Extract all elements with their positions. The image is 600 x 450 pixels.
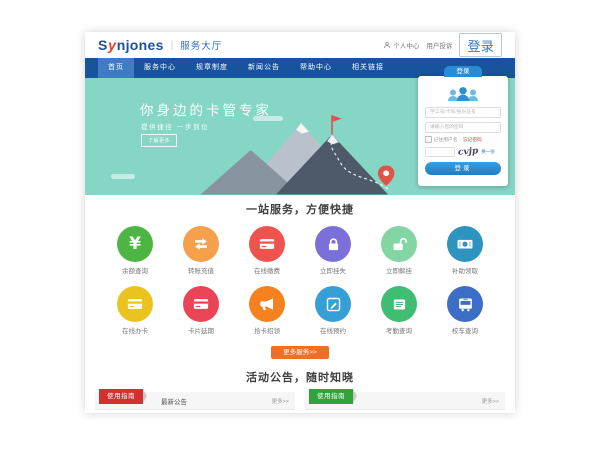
- service-label: 校车查询: [432, 327, 498, 336]
- service-label: 在线预约: [300, 327, 366, 336]
- remember-checkbox[interactable]: [425, 136, 432, 143]
- guide-ribbon-red[interactable]: 使用指南: [99, 389, 143, 404]
- remember-row: 记住用户名 | 忘记密码: [425, 136, 501, 143]
- logo-suffix: njones: [117, 37, 164, 53]
- more-link[interactable]: 更多>>: [482, 397, 499, 405]
- card-icon: [249, 226, 285, 262]
- card-icon: [183, 286, 219, 322]
- megaphone-icon: [249, 286, 285, 322]
- remember-separator: |: [460, 137, 461, 142]
- logo-prefix: S: [98, 37, 108, 53]
- more-link[interactable]: 更多>>: [272, 397, 289, 405]
- service-item[interactable]: 转账充值: [168, 226, 234, 276]
- service-item[interactable]: 在线办卡: [102, 286, 168, 336]
- lock-icon: [315, 226, 351, 262]
- card-icon: [117, 286, 153, 322]
- logo-accent: y: [108, 37, 116, 53]
- nav-item-rules[interactable]: 规章制度: [186, 58, 238, 78]
- personal-center-label: 个人中心: [393, 40, 419, 50]
- password-input[interactable]: [425, 122, 501, 133]
- service-item[interactable]: 卡片延期: [168, 286, 234, 336]
- services-title: 一站服务，方便快捷: [85, 203, 515, 217]
- more-services-button[interactable]: 更多服务>>: [271, 346, 329, 359]
- captcha-image[interactable]: cvjp: [458, 146, 479, 157]
- panel-body: [305, 410, 505, 413]
- nav-item-links[interactable]: 相关链接: [342, 58, 394, 78]
- service-item[interactable]: 立即解挂: [366, 226, 432, 276]
- guide-panel-left: 使用指南 最新公告 更多>>: [95, 392, 295, 413]
- services-grid: ¥ 余额查询转账充值在线缴费立即挂失立即解挂补助领取在线办卡卡片延期拾卡招领在线预…: [102, 226, 498, 336]
- latest-news-tab[interactable]: 最新公告: [161, 396, 187, 406]
- user-complaint-link[interactable]: 用户投诉: [426, 40, 452, 50]
- captcha-refresh-link[interactable]: 换一张: [481, 149, 495, 155]
- nav-item-service-center[interactable]: 服务中心: [134, 58, 186, 78]
- yen-icon: ¥: [117, 226, 153, 262]
- login-submit-button[interactable]: 登录: [425, 162, 501, 175]
- user-complaint-label: 用户投诉: [426, 40, 452, 50]
- banknote-icon: [447, 226, 483, 262]
- guide-panel-right: 使用指南 更多>>: [305, 392, 505, 413]
- service-label: 立即解挂: [366, 267, 432, 276]
- nav-item-home[interactable]: 首页: [98, 58, 134, 78]
- service-label: 补助领取: [432, 267, 498, 276]
- panel-body: [95, 410, 295, 413]
- cloud-decoration: [111, 174, 135, 179]
- header: Synjones | 服务大厅 个人中心 用户投诉 登录: [85, 32, 515, 58]
- service-label: 在线办卡: [102, 327, 168, 336]
- service-item[interactable]: 拾卡招领: [234, 286, 300, 336]
- guide-ribbon-green[interactable]: 使用指南: [309, 389, 353, 404]
- username-input[interactable]: [425, 107, 501, 118]
- captcha-row: cvjp 换一张: [425, 147, 501, 157]
- captcha-input[interactable]: [425, 147, 455, 157]
- service-item[interactable]: ¥ 余额查询: [102, 226, 168, 276]
- service-item[interactable]: 立即挂失: [300, 226, 366, 276]
- forgot-password-link[interactable]: 忘记密码: [463, 136, 482, 143]
- service-label: 卡片延期: [168, 327, 234, 336]
- panel-header: 使用指南 最新公告 更多>>: [95, 392, 295, 410]
- site-name: 服务大厅: [180, 38, 222, 52]
- service-label: 拾卡招领: [234, 327, 300, 336]
- service-item[interactable]: 在线预约: [300, 286, 366, 336]
- users-icon: [446, 84, 480, 103]
- remember-label: 记住用户名: [434, 136, 458, 143]
- unlock-icon: [381, 226, 417, 262]
- banner-more-button[interactable]: 了解更多: [141, 134, 177, 147]
- nav-item-news[interactable]: 新闻公告: [238, 58, 290, 78]
- service-item[interactable]: 在线缴费: [234, 226, 300, 276]
- bus-icon: [447, 286, 483, 322]
- service-item[interactable]: 校车查询: [432, 286, 498, 336]
- service-item[interactable]: 补助领取: [432, 226, 498, 276]
- service-label: 在线缴费: [234, 267, 300, 276]
- login-panel: 登录 记住用户名 | 忘记密码 cvjp 换一张 登录: [418, 76, 508, 186]
- personal-center-link[interactable]: 个人中心: [383, 40, 419, 50]
- header-login-button[interactable]: 登录: [459, 33, 502, 57]
- page: Synjones | 服务大厅 个人中心 用户投诉 登录 首页 服务中心 规章制…: [85, 32, 515, 413]
- mountain-illustration: [187, 107, 419, 195]
- attendance-icon: [381, 286, 417, 322]
- announcements-title: 活动公告，随时知晓: [85, 371, 515, 385]
- nav-item-help-center[interactable]: 帮助中心: [290, 58, 342, 78]
- panel-header: 使用指南 更多>>: [305, 392, 505, 410]
- service-label: 转账充值: [168, 267, 234, 276]
- service-item[interactable]: 考勤查询: [366, 286, 432, 336]
- service-label: 考勤查询: [366, 327, 432, 336]
- service-label: 余额查询: [102, 267, 168, 276]
- person-icon: [383, 41, 391, 49]
- announcement-panels: 使用指南 最新公告 更多>> 使用指南 更多>>: [85, 392, 515, 413]
- header-divider: |: [171, 40, 174, 51]
- logo[interactable]: Synjones: [98, 37, 164, 53]
- header-right: 个人中心 用户投诉 登录: [383, 33, 502, 57]
- service-label: 立即挂失: [300, 267, 366, 276]
- transfer-icon: [183, 226, 219, 262]
- edit-icon: [315, 286, 351, 322]
- login-tab[interactable]: 登录: [444, 66, 482, 77]
